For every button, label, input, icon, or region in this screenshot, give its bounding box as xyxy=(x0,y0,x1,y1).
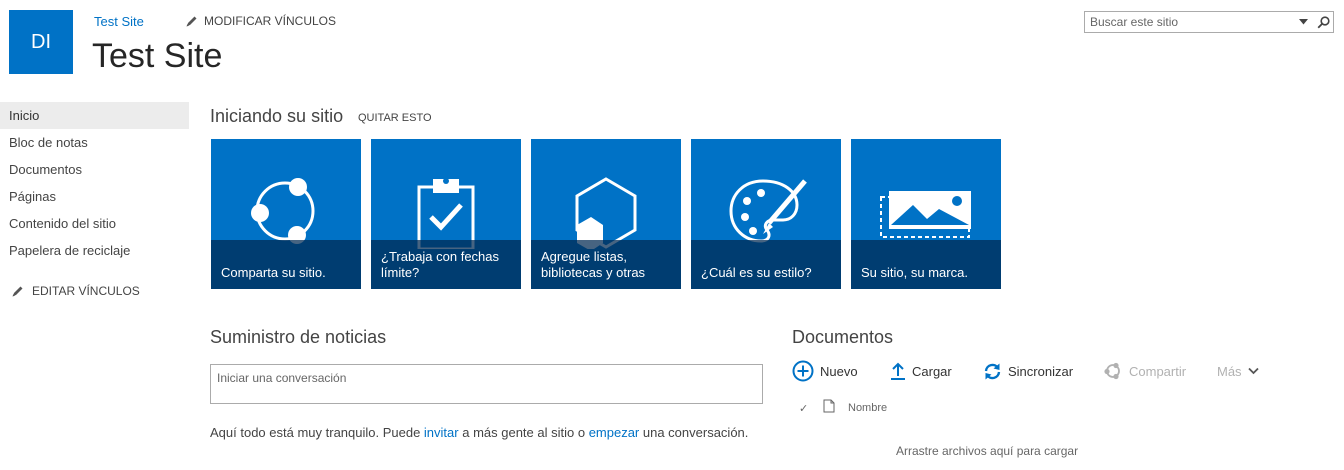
start-conversation-link[interactable]: empezar xyxy=(589,425,640,440)
more-button[interactable]: Más xyxy=(1217,360,1259,382)
column-header-name[interactable]: Nombre xyxy=(848,402,887,414)
getting-started-title: Iniciando su sitio xyxy=(210,106,344,126)
tile-label: Su sitio, su marca. xyxy=(861,265,968,280)
share-button[interactable]: Compartir xyxy=(1103,360,1186,382)
tile-label: ¿Cuál es su estilo? xyxy=(701,265,812,280)
documents-title[interactable]: Documentos xyxy=(792,327,893,348)
site-logo[interactable]: DI xyxy=(9,10,73,74)
sync-button[interactable]: Sincronizar xyxy=(983,360,1073,382)
newsfeed-empty-message: Aquí todo está muy tranquilo. Puede invi… xyxy=(210,425,748,440)
nav-item-contenido-del-sitio[interactable]: Contenido del sitio xyxy=(0,210,189,237)
share-icon xyxy=(251,178,315,244)
tile-label: Agregue listas, bibliotecas y otras xyxy=(541,249,646,280)
more-label: Más xyxy=(1217,363,1242,379)
picture-icon xyxy=(880,191,971,238)
add-circle-icon xyxy=(792,360,814,382)
tile-share-site[interactable]: Comparta su sitio. xyxy=(211,139,361,289)
site-link-breadcrumb[interactable]: Test Site xyxy=(94,14,144,29)
tile-label: ¿Trabaja con fechas límite? xyxy=(381,249,500,280)
upload-button[interactable]: Cargar xyxy=(890,360,952,382)
new-document-button[interactable]: Nuevo xyxy=(792,360,858,382)
tile-caption: ¿Trabaja con fechas límite? xyxy=(371,240,521,289)
page-title: Test Site xyxy=(92,37,223,75)
tile-brand[interactable]: Su sitio, su marca. xyxy=(851,139,1001,289)
add-apps-icon xyxy=(575,177,637,249)
upload-label: Cargar xyxy=(912,363,952,379)
newsfeed-title: Suministro de noticias xyxy=(210,327,387,347)
caret-down-icon xyxy=(1298,19,1308,25)
search-input[interactable] xyxy=(1085,12,1293,32)
search-scope-dropdown[interactable] xyxy=(1293,12,1313,32)
edit-links-top-label: MODIFICAR VÍNCULOS xyxy=(204,14,337,28)
nav-item-bloc-de-notas[interactable]: Bloc de notas xyxy=(0,129,189,156)
pencil-icon xyxy=(186,16,197,26)
invite-link[interactable]: invitar xyxy=(424,425,459,440)
share-icon xyxy=(1104,362,1120,380)
quick-launch-nav: Inicio Bloc de notas Documentos Páginas … xyxy=(0,102,189,264)
remove-this-link[interactable]: QUITAR ESTO xyxy=(358,112,432,124)
nav-item-inicio[interactable]: Inicio xyxy=(0,102,189,129)
pencil-icon xyxy=(12,286,23,296)
clipboard-check-icon xyxy=(417,178,475,249)
tile-caption: Comparta su sitio. xyxy=(211,240,361,289)
edit-links-top-button[interactable]: MODIFICAR VÍNCULOS xyxy=(185,14,336,28)
search-box xyxy=(1084,11,1334,33)
quiet-middle: a más gente al sitio o xyxy=(458,425,589,440)
select-all-checkmark[interactable]: ✓ xyxy=(799,402,808,415)
share-label: Compartir xyxy=(1129,363,1187,379)
sync-label: Sincronizar xyxy=(1008,363,1074,379)
tile-deadlines[interactable]: ¿Trabaja con fechas límite? xyxy=(371,139,521,289)
quiet-prefix: Aquí todo está muy tranquilo. Puede xyxy=(210,425,424,440)
tile-style[interactable]: ¿Cuál es su estilo? xyxy=(691,139,841,289)
nav-item-paginas[interactable]: Páginas xyxy=(0,183,189,210)
search-button[interactable] xyxy=(1313,12,1333,32)
sync-icon xyxy=(984,363,1001,379)
drop-files-hint: Arrastre archivos aquí para cargar xyxy=(896,444,1079,458)
search-icon xyxy=(1317,15,1330,28)
tile-caption: ¿Cuál es su estilo? xyxy=(691,240,841,289)
chevron-down-icon xyxy=(1247,367,1259,375)
start-conversation-input[interactable] xyxy=(210,364,763,404)
document-icon xyxy=(823,399,835,413)
tile-add-lists[interactable]: Agregue listas, bibliotecas y otras xyxy=(531,139,681,289)
tile-caption: Su sitio, su marca. xyxy=(851,240,1001,289)
new-label: Nuevo xyxy=(820,363,858,379)
edit-links-left-label: EDITAR VÍNCULOS xyxy=(32,284,140,298)
tile-label: Comparta su sitio. xyxy=(221,265,326,280)
edit-links-left-button[interactable]: EDITAR VÍNCULOS xyxy=(11,284,140,298)
quiet-suffix: una conversación. xyxy=(639,425,749,440)
nav-item-documentos[interactable]: Documentos xyxy=(0,156,189,183)
palette-icon xyxy=(729,179,807,243)
tile-caption: Agregue listas, bibliotecas y otras xyxy=(531,240,681,289)
upload-icon xyxy=(891,362,905,380)
nav-item-papelera-de-reciclaje[interactable]: Papelera de reciclaje xyxy=(0,237,189,264)
